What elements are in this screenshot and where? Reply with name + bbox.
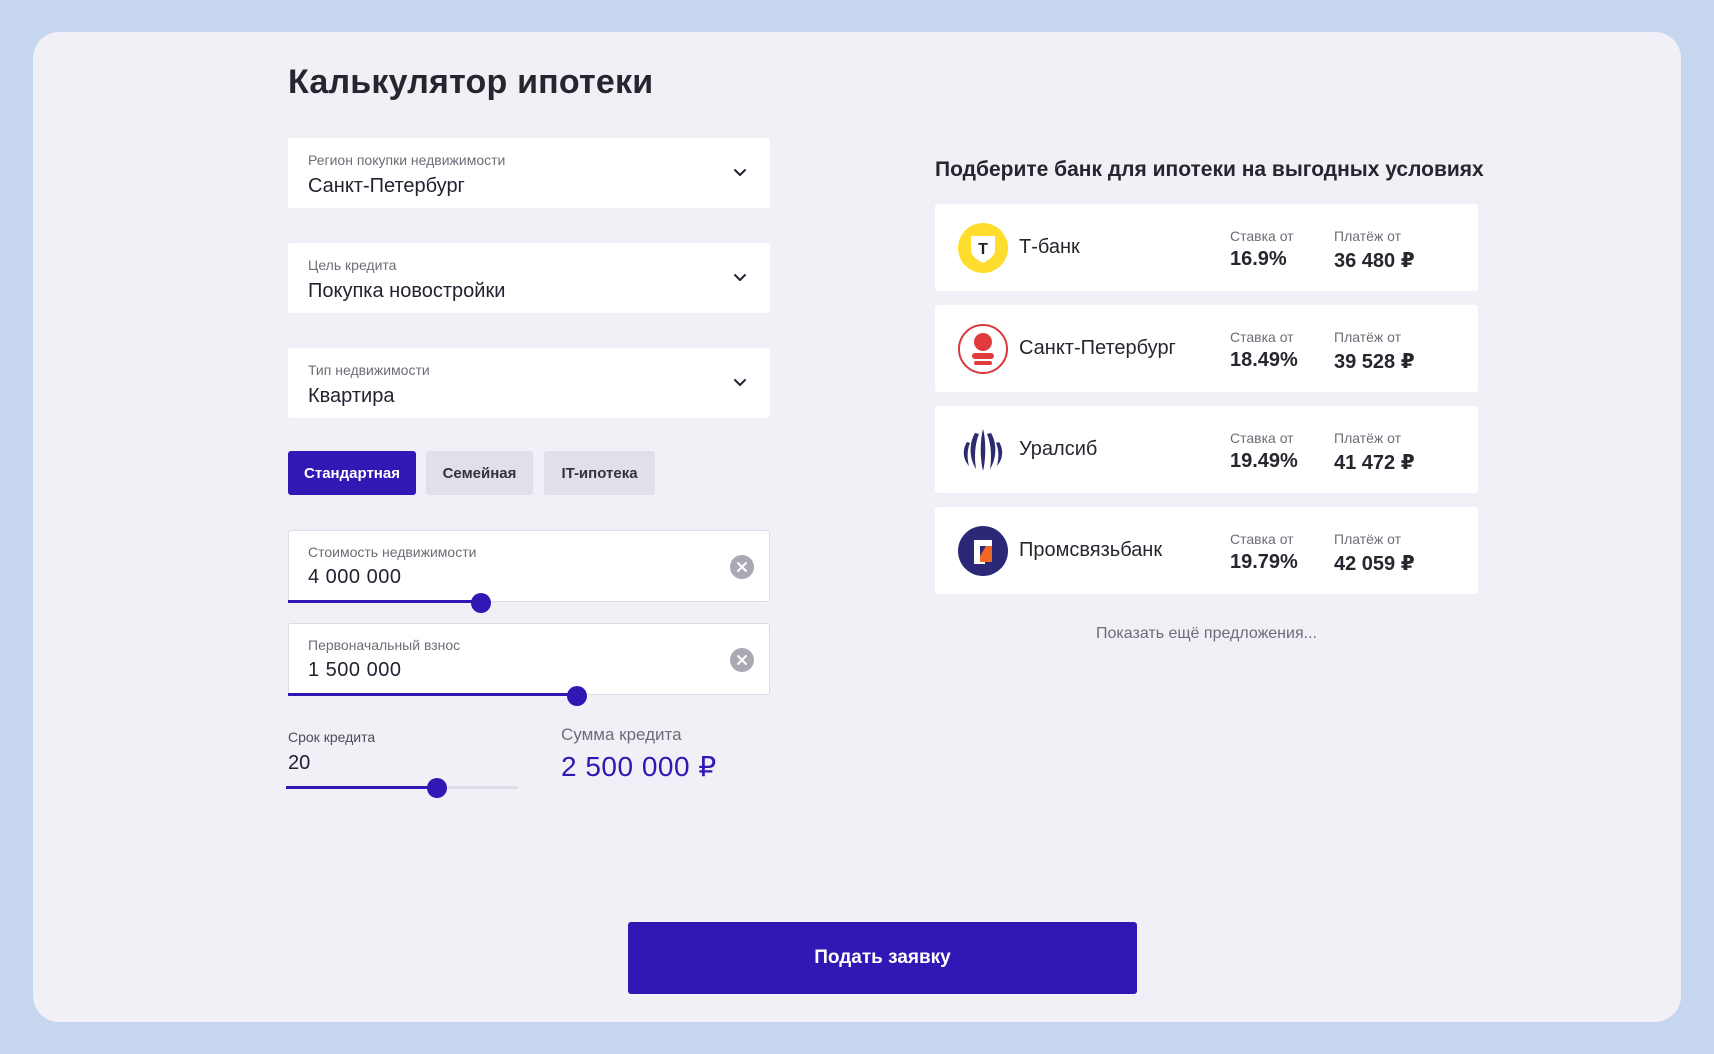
loan-purpose-select-value: Покупка новостройки: [308, 280, 506, 302]
rate-label: Ставка от: [1230, 430, 1294, 446]
loan-sum-label: Сумма кредита: [561, 725, 682, 744]
property-price-label: Стоимость недвижимости: [308, 544, 477, 560]
bank-name: Уралсиб: [1019, 438, 1098, 460]
tab-standard[interactable]: Стандартная: [288, 451, 416, 495]
payment-value: 39 528 ₽: [1334, 351, 1415, 373]
rate-value: 19.49%: [1230, 450, 1298, 472]
loan-sum-value: 2 500 000 ₽: [561, 751, 717, 782]
rate-label: Ставка от: [1230, 228, 1294, 244]
uralsib-logo-icon: [963, 429, 1003, 471]
bank-name: Санкт-Петербург: [1019, 337, 1176, 359]
property-price-value: 4 000 000: [308, 566, 402, 588]
chevron-down-icon: [734, 274, 746, 281]
chevron-down-icon: [734, 379, 746, 386]
payment-value: 36 480 ₽: [1334, 250, 1415, 272]
property-type-select-label: Тип недвижимости: [308, 362, 430, 378]
bank-offer-card[interactable]: Т Т-банк Ставка от 16.9% Платёж от 36 48…: [935, 204, 1478, 291]
rate-value: 18.49%: [1230, 349, 1298, 371]
chevron-down-icon: [734, 169, 746, 176]
clear-icon[interactable]: [730, 648, 754, 672]
rate-label: Ставка от: [1230, 531, 1294, 547]
property-price-slider-thumb[interactable]: [470, 593, 491, 613]
down-payment-slider-track[interactable]: [288, 693, 578, 696]
rate-label: Ставка от: [1230, 329, 1294, 345]
payment-label: Платёж от: [1334, 531, 1402, 547]
tab-it-mortgage[interactable]: IT-ипотека: [544, 451, 655, 495]
loan-term-slider-track[interactable]: [286, 786, 437, 789]
payment-label: Платёж от: [1334, 329, 1402, 345]
bank-name: Промсвязьбанк: [1019, 539, 1163, 561]
rate-value: 19.79%: [1230, 551, 1298, 573]
region-select-value: Санкт-Петербург: [308, 175, 465, 197]
property-type-select[interactable]: Тип недвижимости Квартира: [288, 348, 770, 418]
loan-term-value: 20: [288, 752, 311, 774]
banks-heading: Подберите банк для ипотеки на выгодных у…: [935, 158, 1484, 181]
property-type-select-value: Квартира: [308, 385, 395, 407]
region-select[interactable]: Регион покупки недвижимости Санкт-Петерб…: [288, 138, 770, 208]
tab-family[interactable]: Семейная: [426, 451, 533, 495]
down-payment-label: Первоначальный взнос: [308, 637, 461, 653]
loan-purpose-select[interactable]: Цель кредита Покупка новостройки: [288, 243, 770, 313]
submit-application-button[interactable]: Подать заявку: [628, 922, 1137, 994]
bank-name: Т-банк: [1019, 236, 1080, 258]
clear-icon[interactable]: [730, 555, 754, 579]
bspb-logo-icon: [958, 324, 1008, 374]
svg-text:Т: Т: [978, 241, 988, 258]
payment-value: 42 059 ₽: [1334, 553, 1415, 575]
payment-value: 41 472 ₽: [1334, 452, 1415, 474]
property-price-field[interactable]: Стоимость недвижимости 4 000 000: [288, 530, 770, 613]
loan-term-label: Срок кредита: [288, 729, 376, 745]
page-title: Калькулятор ипотеки: [288, 63, 654, 101]
down-payment-value: 1 500 000: [308, 659, 402, 681]
property-price-slider-track[interactable]: [288, 600, 481, 603]
loan-term-slider-thumb[interactable]: [426, 778, 447, 798]
bank-offer-card[interactable]: Санкт-Петербург Ставка от 18.49% Платёж …: [935, 305, 1478, 392]
rate-value: 16.9%: [1230, 248, 1287, 270]
tbank-logo-icon: Т: [958, 223, 1008, 273]
loan-purpose-select-label: Цель кредита: [308, 257, 397, 273]
region-select-label: Регион покупки недвижимости: [308, 152, 506, 168]
bank-offer-card[interactable]: Промсвязьбанк Ставка от 19.79% Платёж от…: [935, 507, 1478, 594]
payment-label: Платёж от: [1334, 430, 1402, 446]
psb-logo-icon: [958, 526, 1008, 576]
down-payment-field[interactable]: Первоначальный взнос 1 500 000: [288, 623, 770, 706]
bank-offer-card[interactable]: Уралсиб Ставка от 19.49% Платёж от 41 47…: [935, 406, 1478, 493]
payment-label: Платёж от: [1334, 228, 1402, 244]
show-more-offers-link[interactable]: Показать ещё предложения...: [935, 625, 1478, 643]
